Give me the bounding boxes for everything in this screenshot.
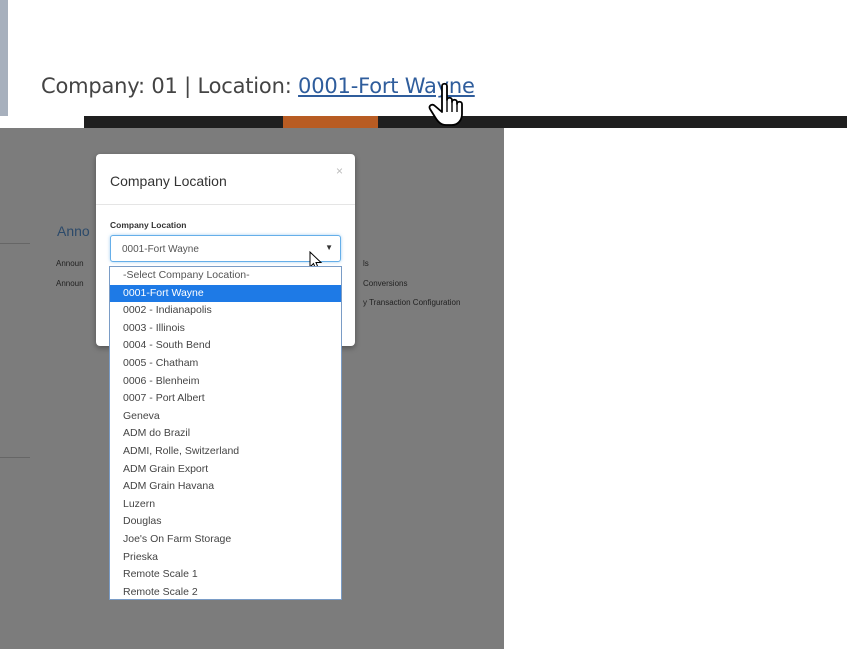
dropdown-option[interactable]: 0002 - Indianapolis bbox=[110, 302, 341, 320]
dropdown-option[interactable]: 0004 - South Bend bbox=[110, 337, 341, 355]
background-divider bbox=[0, 243, 30, 244]
background-link: Announ bbox=[56, 279, 84, 288]
company-location-label: Company Location bbox=[110, 220, 187, 230]
dropdown-option[interactable]: ADM Grain Export bbox=[110, 461, 341, 479]
background-link: ls bbox=[363, 259, 369, 268]
background-divider bbox=[0, 457, 30, 458]
dropdown-option[interactable]: ADM Grain Havana bbox=[110, 478, 341, 496]
background-link: Announ bbox=[56, 259, 84, 268]
company-text: Company: 01 | Location: bbox=[41, 74, 299, 98]
nav-strip-blank bbox=[0, 116, 84, 128]
dropdown-option[interactable]: ADMI, Rolle, Switzerland bbox=[110, 443, 341, 461]
dropdown-option[interactable]: Geneva bbox=[110, 408, 341, 426]
background-section-title: Anno bbox=[57, 223, 90, 239]
company-location-select[interactable]: 0001-Fort Wayne ▼ bbox=[110, 235, 341, 262]
dropdown-option[interactable]: 0001-Fort Wayne bbox=[110, 284, 341, 303]
left-rail bbox=[0, 0, 8, 128]
dropdown-option[interactable]: 0006 - Blenheim bbox=[110, 373, 341, 391]
select-value: 0001-Fort Wayne bbox=[122, 244, 199, 255]
location-dropdown-list[interactable]: -Select Company Location- 0001-Fort Wayne… bbox=[109, 266, 342, 600]
nav-strip bbox=[0, 116, 847, 128]
modal-header: Company Location × bbox=[96, 154, 355, 205]
dropdown-option[interactable]: Remote Scale 1 bbox=[110, 566, 341, 584]
nav-strip-active-tab[interactable] bbox=[283, 116, 378, 128]
dropdown-arrow-icon: ▼ bbox=[325, 243, 333, 252]
dropdown-option[interactable]: Luzern bbox=[110, 496, 341, 514]
dropdown-option[interactable]: Remote Scale 2 bbox=[110, 584, 341, 602]
bottom-panel: Anno Announ Announ ls Conversions y Tran… bbox=[0, 128, 847, 649]
dropdown-option[interactable]: Douglas bbox=[110, 513, 341, 531]
dropdown-option[interactable]: Joe's On Farm Storage bbox=[110, 531, 341, 549]
modal-title: Company Location bbox=[110, 173, 227, 189]
top-panel: Company: 01 | Location: 0001-Fort Wayne bbox=[0, 0, 847, 128]
dropdown-option[interactable]: Prieska bbox=[110, 549, 341, 567]
dropdown-option[interactable]: ADM do Brazil bbox=[110, 425, 341, 443]
dropdown-option[interactable]: 0007 - Port Albert bbox=[110, 390, 341, 408]
dropdown-placeholder-option[interactable]: -Select Company Location- bbox=[110, 267, 341, 285]
close-icon[interactable]: × bbox=[336, 164, 343, 178]
company-location-bar: Company: 01 | Location: 0001-Fort Wayne bbox=[41, 74, 475, 98]
dropdown-option[interactable]: 0003 - Illinois bbox=[110, 320, 341, 338]
background-link: y Transaction Configuration bbox=[363, 298, 461, 307]
background-link: Conversions bbox=[363, 279, 408, 288]
hand-pointer-icon bbox=[428, 82, 463, 126]
dropdown-option[interactable]: 0005 - Chatham bbox=[110, 355, 341, 373]
